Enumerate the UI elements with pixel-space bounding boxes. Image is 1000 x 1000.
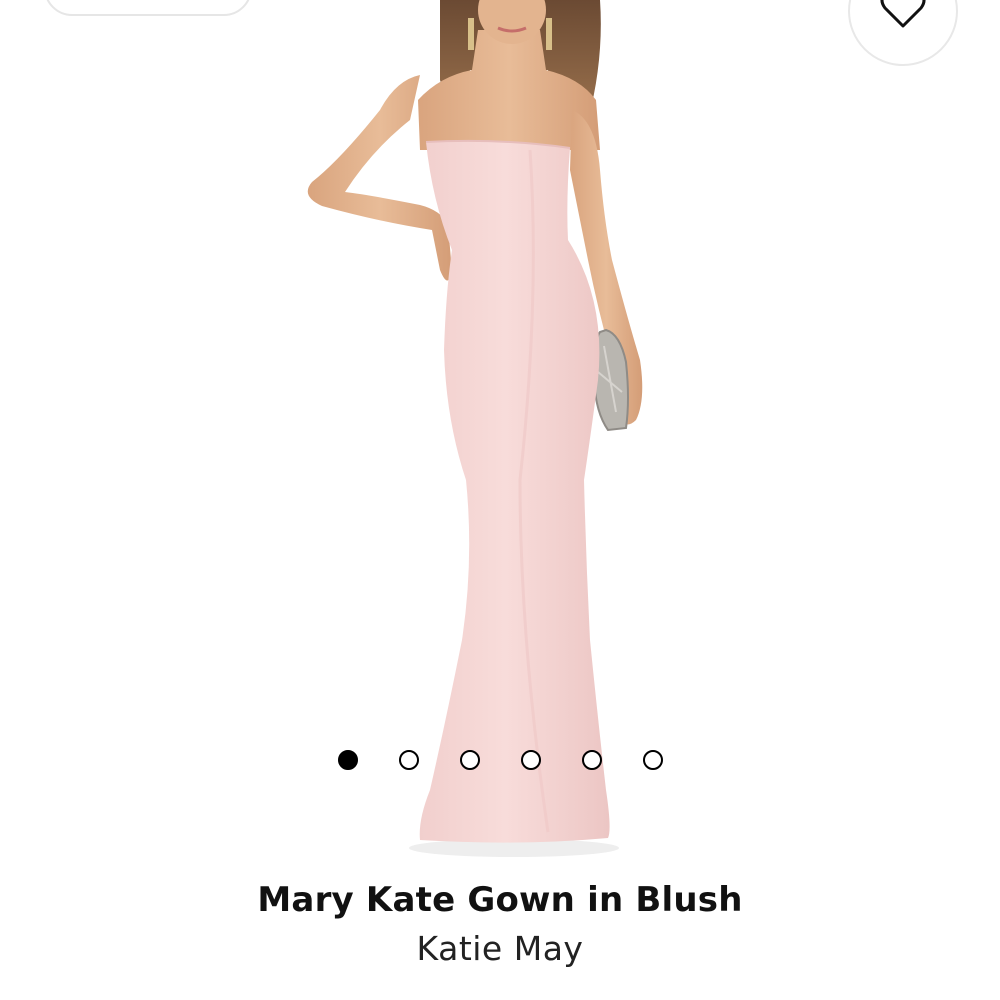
product-title: Mary Kate Gown in Blush [257,880,743,920]
product-image[interactable] [0,0,1000,870]
carousel-dot-3[interactable] [460,750,480,770]
carousel-dot-2[interactable] [399,750,419,770]
back-pill-button[interactable] [44,0,252,16]
carousel-dot-5[interactable] [582,750,602,770]
product-page: Mary Kate Gown in Blush Katie May [0,0,1000,1000]
carousel-dot-4[interactable] [521,750,541,770]
carousel-pagination [0,748,1000,774]
heart-outline-icon [879,0,927,30]
carousel-dot-6[interactable] [643,750,663,770]
carousel-dot-1[interactable] [338,750,358,770]
product-brand[interactable]: Katie May [0,929,1000,968]
